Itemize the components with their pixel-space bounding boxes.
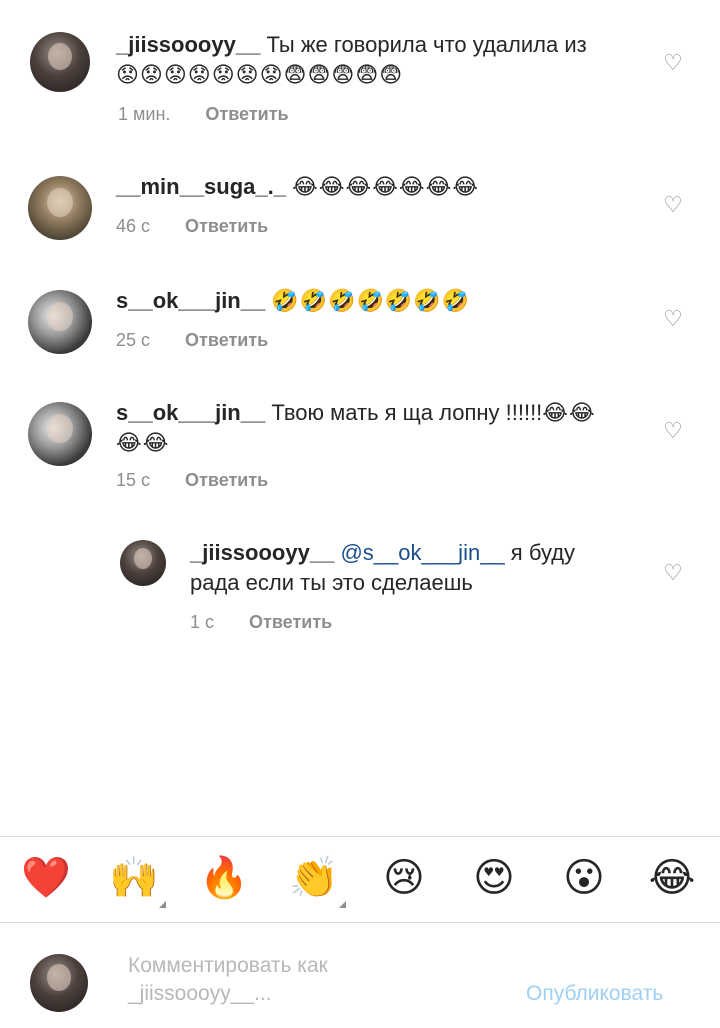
reply-username[interactable]: _jiissoooyy__ [190, 540, 334, 565]
comment-time: 1 мин. [118, 104, 171, 124]
comment-username[interactable]: s__ok___jin__ [116, 288, 265, 313]
avatar[interactable] [120, 540, 166, 586]
reply-body: _jiissoooyy__ @s__ok___jin__ я буду рада… [190, 538, 650, 598]
comment-username[interactable]: _jiissoooyy__ [116, 32, 260, 57]
crying-face-reaction-icon[interactable]: 😢 [378, 852, 430, 904]
reply-text: я буду [510, 540, 576, 565]
reply-text-continued: рада если ты это сделаешь [190, 570, 473, 595]
comment-username[interactable]: s__ok___jin__ [116, 400, 265, 425]
comment-input[interactable]: Комментировать как _jiissoooyy__... [128, 952, 328, 1008]
comment-text: Ты же говорила что удалила из [266, 32, 587, 57]
comment-emoji: 🤣🤣🤣🤣🤣🤣🤣 [271, 288, 471, 313]
reply-button[interactable]: Ответить [249, 612, 332, 632]
avatar [30, 954, 88, 1012]
reply-meta: 1 с Ответить [190, 612, 332, 633]
avatar[interactable] [28, 402, 92, 466]
avatar[interactable] [28, 176, 92, 240]
skin-tone-corner-icon [339, 901, 346, 908]
divider [0, 836, 720, 837]
comment-emoji: 😂😂😂😂😂😂😂 [292, 174, 480, 199]
comment-input-placeholder-user: _jiissoooyy__... [128, 982, 272, 1005]
comment-body: s__ok___jin__ 🤣🤣🤣🤣🤣🤣🤣 [116, 286, 636, 316]
comment-emoji-continued: 😂😂 [116, 430, 170, 455]
reply-button[interactable]: Ответить [185, 330, 268, 350]
reply-button[interactable]: Ответить [185, 216, 268, 236]
reply-time: 1 с [190, 612, 215, 632]
raising-hands-emoji: 🙌 [109, 856, 159, 900]
comment-body: __min__suga_._ 😂😂😂😂😂😂😂 [116, 172, 636, 202]
clapping-hands-reaction-icon[interactable]: 👏 [288, 852, 346, 908]
surprised-face-reaction-icon[interactable]: 😮 [558, 852, 610, 904]
divider [0, 922, 720, 923]
post-button[interactable]: Опубликовать [526, 982, 663, 1006]
tears-of-joy-reaction-icon[interactable]: 😂 [646, 852, 698, 904]
raising-hands-reaction-icon[interactable]: 🙌 [108, 852, 166, 908]
comment-emoji: 😂😂 [542, 400, 596, 425]
avatar[interactable] [30, 32, 90, 92]
reply-mention[interactable]: @s__ok___jin__ [340, 540, 504, 565]
like-heart-icon[interactable]: ♡ [662, 194, 684, 216]
heart-reaction-icon[interactable]: ❤️ [20, 852, 72, 904]
comment-text: Твою мать я ща лопну !!!!!! [271, 400, 543, 425]
like-heart-icon[interactable]: ♡ [662, 308, 684, 330]
comment-body: s__ok___jin__ Твою мать я ща лопну !!!!!… [116, 398, 636, 458]
skin-tone-corner-icon [159, 901, 166, 908]
quick-reactions-bar: ❤️ 🙌 🔥 👏 😢 😍 😮 😂 [0, 840, 720, 918]
comment-body: _jiissoooyy__ Ты же говорила что удалила… [116, 30, 636, 90]
reply-button[interactable]: Ответить [205, 104, 288, 124]
comment-emoji: 😟😟😟😟😟😟😟😨😨😨😨😨 [116, 62, 404, 87]
comment-meta: 1 мин. Ответить [118, 104, 289, 125]
comment-meta: 46 с Ответить [116, 216, 268, 237]
comment-time: 25 с [116, 330, 151, 350]
comment-time: 46 с [116, 216, 151, 236]
reply-button[interactable]: Ответить [185, 470, 268, 490]
fire-reaction-icon[interactable]: 🔥 [198, 852, 250, 904]
comment-meta: 15 с Ответить [116, 470, 268, 491]
comment-input-placeholder: Комментировать как [128, 954, 328, 977]
heart-eyes-reaction-icon[interactable]: 😍 [468, 852, 520, 904]
like-heart-icon[interactable]: ♡ [662, 52, 684, 74]
like-heart-icon[interactable]: ♡ [662, 562, 684, 584]
clapping-hands-emoji: 👏 [289, 856, 339, 900]
comment-time: 15 с [116, 470, 151, 490]
comment-meta: 25 с Ответить [116, 330, 268, 351]
like-heart-icon[interactable]: ♡ [662, 420, 684, 442]
comment-username[interactable]: __min__suga_._ [116, 174, 286, 199]
avatar[interactable] [28, 290, 92, 354]
comment-composer: Комментировать как _jiissoooyy__... Опуб… [0, 930, 720, 1028]
